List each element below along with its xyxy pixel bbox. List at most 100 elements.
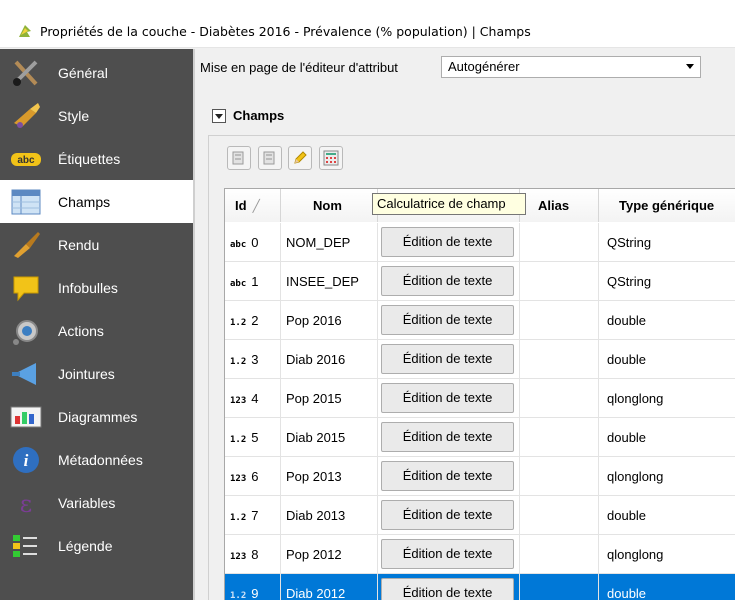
cell-edit-widget: Édition de texte bbox=[378, 262, 520, 301]
field-calculator-button[interactable] bbox=[319, 146, 343, 170]
table-row[interactable]: 1.2 7 Diab 2013 Édition de texte double bbox=[225, 496, 735, 535]
delete-field-button[interactable] bbox=[258, 146, 282, 170]
cell-id: 1.2 7 bbox=[225, 496, 281, 535]
sidebar-item-label: Légende bbox=[58, 537, 113, 554]
cell-edit-widget: Édition de texte bbox=[378, 574, 520, 600]
field-id: 0 bbox=[251, 235, 259, 250]
cell-id: 1.2 9 bbox=[225, 574, 281, 600]
table-row[interactable]: 123 4 Pop 2015 Édition de texte qlonglong bbox=[225, 379, 735, 418]
delete-field-icon bbox=[263, 151, 275, 165]
diagrams-icon bbox=[10, 406, 42, 428]
table-row[interactable]: abc 1 INSEE_DEP Édition de texte QString bbox=[225, 262, 735, 301]
cell-id: 1.2 5 bbox=[225, 418, 281, 457]
cell-type: double bbox=[599, 574, 735, 600]
field-type-icon: abc bbox=[230, 279, 247, 289]
cell-name: Diab 2015 bbox=[281, 418, 378, 457]
edit-widget-button[interactable]: Édition de texte bbox=[381, 539, 514, 569]
sidebar-item-legend[interactable]: Légende bbox=[0, 524, 193, 567]
cell-type: QString bbox=[599, 223, 735, 262]
actions-gear-icon bbox=[13, 320, 38, 345]
sidebar-item-label: Style bbox=[58, 107, 90, 124]
cell-name: Pop 2015 bbox=[281, 379, 378, 418]
edit-widget-button[interactable]: Édition de texte bbox=[381, 500, 514, 530]
edit-widget-button[interactable]: Édition de texte bbox=[381, 383, 514, 413]
qgis-logo-icon bbox=[19, 25, 31, 37]
table-row[interactable]: 1.2 5 Diab 2015 Édition de texte double bbox=[225, 418, 735, 457]
chevron-down-icon bbox=[686, 64, 694, 69]
field-id: 9 bbox=[251, 586, 259, 600]
column-header-name[interactable]: Nom bbox=[281, 189, 378, 222]
sidebar-item-label: Étiquettes bbox=[58, 150, 121, 167]
column-header-label: Nom bbox=[313, 198, 342, 213]
toggle-editing-button[interactable] bbox=[288, 146, 312, 170]
sidebar-item-label: Diagrammes bbox=[58, 408, 138, 425]
sidebar-item-style[interactable]: Style bbox=[0, 94, 193, 137]
cell-edit-widget: Édition de texte bbox=[378, 301, 520, 340]
tooltip-bubble-icon bbox=[13, 276, 39, 302]
edit-widget-button[interactable]: Édition de texte bbox=[381, 344, 514, 374]
edit-widget-button[interactable]: Édition de texte bbox=[381, 578, 514, 600]
edit-widget-button[interactable]: Édition de texte bbox=[381, 266, 514, 296]
cell-type: double bbox=[599, 496, 735, 535]
column-header-alias[interactable]: Alias bbox=[520, 189, 599, 222]
table-row[interactable]: 1.2 3 Diab 2016 Édition de texte double bbox=[225, 340, 735, 379]
cell-id: 1.2 3 bbox=[225, 340, 281, 379]
cell-alias bbox=[520, 223, 599, 262]
field-type-icon: 1.2 bbox=[230, 591, 247, 600]
sidebar-item-rendering[interactable]: Rendu bbox=[0, 223, 193, 266]
field-id: 3 bbox=[251, 352, 259, 367]
sidebar-item-metadata[interactable]: i Métadonnées bbox=[0, 438, 193, 481]
field-id: 1 bbox=[251, 274, 259, 289]
sidebar-item-label: Champs bbox=[58, 193, 111, 210]
group-collapse-toggle[interactable] bbox=[212, 109, 226, 123]
table-row[interactable]: abc 0 NOM_DEP Édition de texte QString bbox=[225, 223, 735, 262]
sort-indicator-icon: ╱ bbox=[252, 199, 260, 213]
sidebar-item-diagrams[interactable]: Diagrammes bbox=[0, 395, 193, 438]
cell-edit-widget: Édition de texte bbox=[378, 340, 520, 379]
cell-alias bbox=[520, 379, 599, 418]
sidebar-item-actions[interactable]: Actions bbox=[0, 309, 193, 352]
cell-name: INSEE_DEP bbox=[281, 262, 378, 301]
edit-widget-button[interactable]: Édition de texte bbox=[381, 422, 514, 452]
field-type-icon: 123 bbox=[230, 474, 247, 484]
new-field-button[interactable] bbox=[227, 146, 251, 170]
svg-text:abc: abc bbox=[17, 155, 35, 166]
labels-abc-icon: abc bbox=[11, 153, 41, 166]
cell-alias bbox=[520, 418, 599, 457]
cell-name: Pop 2012 bbox=[281, 535, 378, 574]
sidebar-item-general[interactable]: Général bbox=[0, 51, 193, 94]
column-header-label: Type générique bbox=[619, 198, 715, 213]
column-header-type[interactable]: Type générique bbox=[599, 189, 735, 222]
joins-icon bbox=[12, 363, 36, 385]
table-row[interactable]: 123 8 Pop 2012 Édition de texte qlonglong bbox=[225, 535, 735, 574]
sidebar-item-fields[interactable]: Champs bbox=[0, 180, 193, 223]
sidebar-item-joins[interactable]: Jointures bbox=[0, 352, 193, 395]
column-header-label: Alias bbox=[538, 198, 570, 213]
cell-type: qlonglong bbox=[599, 535, 735, 574]
cell-name: Pop 2013 bbox=[281, 457, 378, 496]
table-row[interactable]: 1.2 2 Pop 2016 Édition de texte double bbox=[225, 301, 735, 340]
edit-widget-button[interactable]: Édition de texte bbox=[381, 227, 514, 257]
layout-editor-select[interactable]: Autogénérer bbox=[441, 56, 701, 78]
edit-widget-button[interactable]: Édition de texte bbox=[381, 305, 514, 335]
cell-edit-widget: Édition de texte bbox=[378, 223, 520, 262]
layout-editor-label: Mise en page de l'éditeur d'attribut bbox=[200, 60, 398, 75]
cell-alias bbox=[520, 535, 599, 574]
sidebar-item-variables[interactable]: ε Variables bbox=[0, 481, 193, 524]
sidebar-item-labels[interactable]: abc Étiquettes bbox=[0, 137, 193, 180]
cell-name: Diab 2013 bbox=[281, 496, 378, 535]
cell-edit-widget: Édition de texte bbox=[378, 418, 520, 457]
edit-widget-button[interactable]: Édition de texte bbox=[381, 461, 514, 491]
cell-alias bbox=[520, 496, 599, 535]
sidebar-item-label: Rendu bbox=[58, 236, 100, 253]
table-row[interactable]: 1.2 9 Diab 2012 Édition de texte double bbox=[225, 574, 735, 600]
cell-edit-widget: Édition de texte bbox=[378, 535, 520, 574]
table-row[interactable]: 123 6 Pop 2013 Édition de texte qlonglong bbox=[225, 457, 735, 496]
field-id: 6 bbox=[251, 469, 259, 484]
sidebar-item-tooltips[interactable]: Infobulles bbox=[0, 266, 193, 309]
column-header-id[interactable]: Id ╱ bbox=[225, 189, 281, 222]
field-type-icon: 1.2 bbox=[230, 435, 247, 445]
cell-alias bbox=[520, 340, 599, 379]
cell-alias bbox=[520, 301, 599, 340]
layout-editor-value: Autogénérer bbox=[448, 59, 520, 74]
